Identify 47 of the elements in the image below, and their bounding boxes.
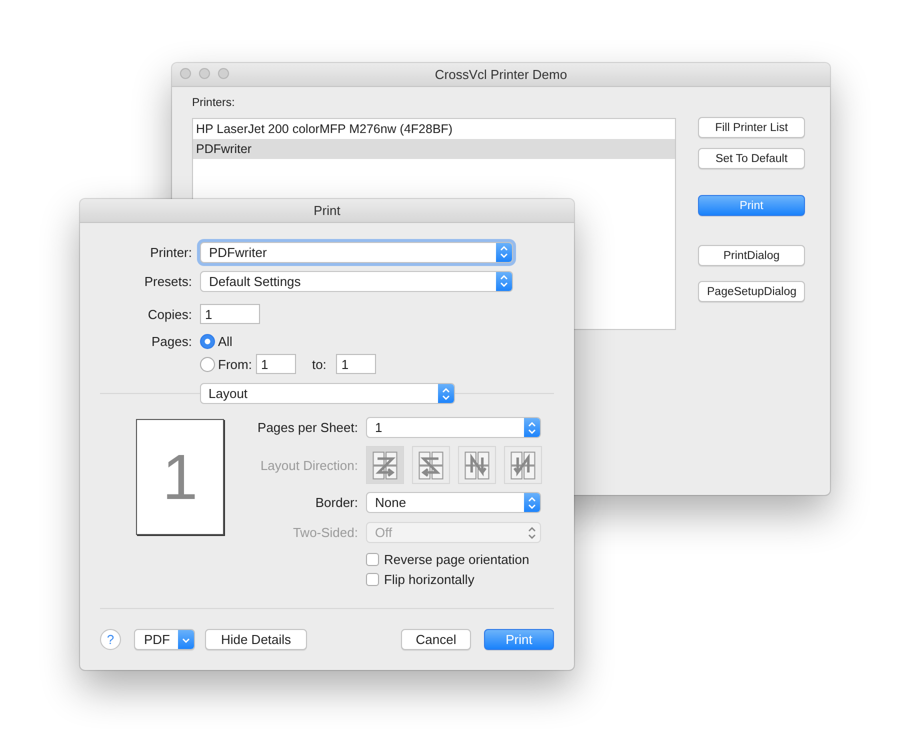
radio-button[interactable] [200,334,215,348]
minimize-icon[interactable] [199,68,210,79]
field-label: Printer: [149,244,192,260]
checkbox-label[interactable]: Reverse page orientation [384,552,530,566]
field-label: Presets: [143,274,192,288]
updown-icon [496,272,512,290]
copies-field[interactable]: 1 [200,304,260,324]
printer-list-item[interactable]: PDFwriter [193,139,675,159]
field-label: Pages: [150,334,192,348]
section-popup[interactable]: Layout [200,383,454,404]
window-title: CrossVcl Printer Demo [434,67,568,82]
field-label: Border: [314,495,358,510]
to-page-field[interactable]: 1 [336,354,376,374]
push-button[interactable]: PrintDialog [698,245,805,266]
printer-list-item[interactable]: HP LaserJet 200 colorMFP M276nw (4F28BF) [193,119,675,139]
field-label: to: [312,356,326,372]
border-popup[interactable]: None [366,492,541,513]
push-button[interactable]: Fill Printer List [698,117,805,138]
updown-icon [438,384,454,403]
field-label: Copies: [146,306,192,322]
push-button[interactable]: Hide Details [205,629,307,650]
radio-label[interactable]: From: [218,356,252,372]
zoom-icon[interactable] [218,68,229,79]
push-button[interactable]: Cancel [401,629,471,650]
field-label: Pages per Sheet: [256,420,358,435]
checkbox[interactable] [366,572,379,586]
pages-per-sheet-popup[interactable]: 1 [366,417,541,438]
dialog-title: Print [314,203,340,218]
presets-popup[interactable]: Default Settings [200,270,513,292]
checkbox[interactable] [366,552,379,566]
printers-label: Printers: [192,97,236,109]
updown-icon [496,242,512,262]
checkbox-label[interactable]: Flip horizontally [384,572,474,586]
page-number: 1 [162,445,198,509]
push-button[interactable]: Set To Default [698,148,805,169]
updown-icon [524,493,540,512]
close-icon[interactable] [180,68,191,79]
pdf-menu-button[interactable]: PDF [134,629,195,650]
field-label: Two-Sided: [292,525,358,540]
printer-popup[interactable]: PDFwriter [200,242,513,262]
updown-icon [524,418,540,437]
radio-button[interactable] [200,356,215,372]
from-page-field[interactable]: 1 [256,354,296,374]
push-button[interactable]: PageSetupDialog [698,281,805,302]
caret-icon [178,630,194,649]
field-label: Layout Direction: [259,458,358,472]
radio-label[interactable]: All [218,334,232,348]
